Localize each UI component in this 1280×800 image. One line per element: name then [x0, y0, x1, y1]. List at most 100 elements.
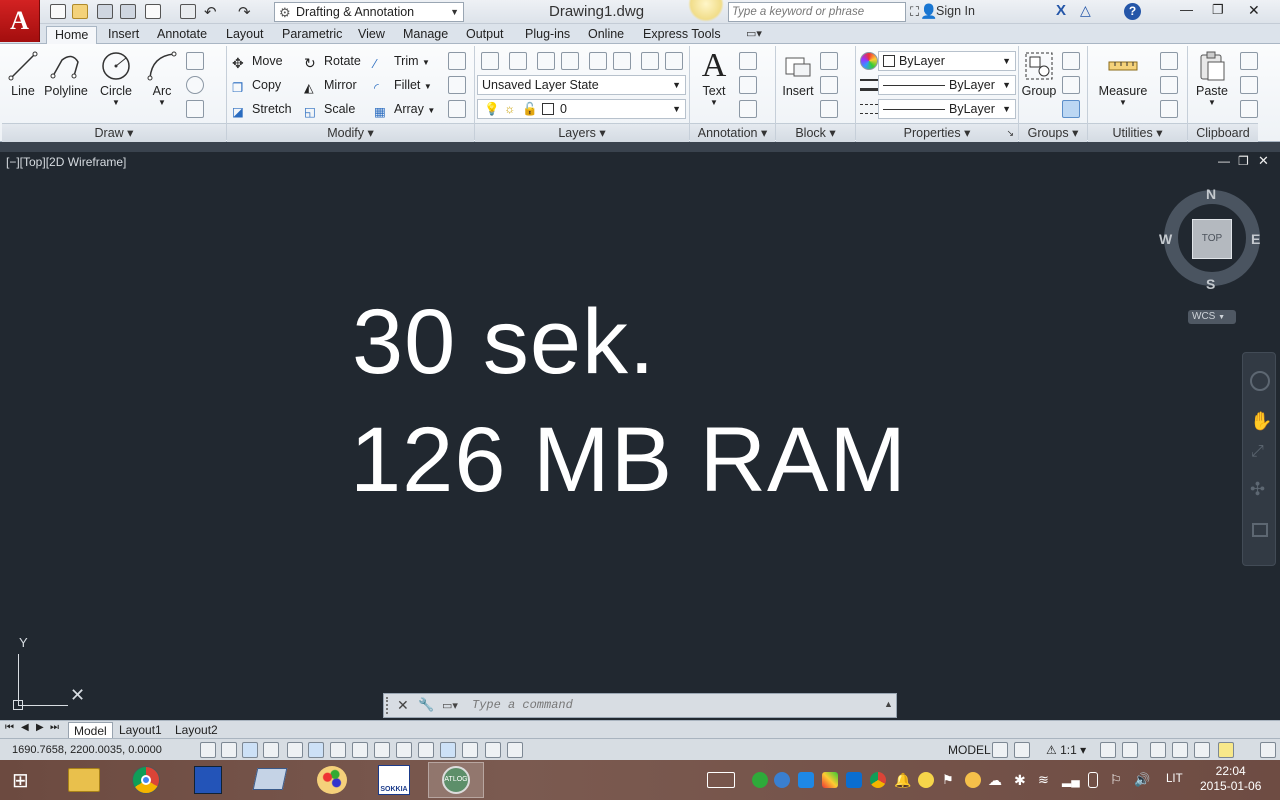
- ungroup-icon[interactable]: [1062, 52, 1080, 70]
- color-app-icon[interactable]: [822, 772, 838, 788]
- layer-off-icon[interactable]: [665, 52, 683, 70]
- wcs-menu[interactable]: WCS ▼: [1188, 310, 1236, 324]
- battery-icon[interactable]: [1088, 772, 1098, 788]
- binoculars-icon[interactable]: ⛶: [910, 4, 919, 20]
- paint-icon[interactable]: [304, 762, 360, 798]
- quick-properties-icon[interactable]: [462, 742, 478, 758]
- zoom-extents-icon[interactable]: ⤢: [1251, 443, 1264, 461]
- layer-properties-icon[interactable]: [481, 52, 499, 70]
- clock[interactable]: 22:04 2015-01-06: [1200, 764, 1261, 794]
- search-input[interactable]: Type a keyword or phrase: [728, 2, 906, 22]
- copy-clip-icon[interactable]: [1240, 76, 1258, 94]
- tab-online[interactable]: Online: [580, 26, 632, 44]
- viewport-restore-icon[interactable]: ❐: [1238, 154, 1249, 168]
- isolate-objects-icon[interactable]: [1218, 742, 1234, 758]
- wifi-icon[interactable]: ≋: [1038, 772, 1054, 788]
- dynamic-input-icon[interactable]: [396, 742, 412, 758]
- viewport-close-icon[interactable]: ✕: [1258, 153, 1269, 169]
- sokkia-icon[interactable]: SOKKIA: [366, 762, 422, 798]
- hardware-acceleration-icon[interactable]: [1194, 742, 1210, 758]
- rectangle-icon[interactable]: [186, 52, 204, 70]
- clipboard-panel-title[interactable]: Clipboard: [1188, 123, 1258, 142]
- polyline-button[interactable]: Polyline: [44, 50, 88, 98]
- chrome-tray-icon[interactable]: [870, 772, 886, 788]
- annotation-scale[interactable]: ⚠ 1:1 ▾: [1046, 743, 1086, 757]
- group-selection-icon[interactable]: [1062, 100, 1080, 118]
- layers-panel-title[interactable]: Layers ▾: [475, 123, 689, 142]
- tab-insert[interactable]: Insert: [100, 26, 147, 44]
- toolbar-lock-icon[interactable]: [1172, 742, 1188, 758]
- edit-block-icon[interactable]: [820, 76, 838, 94]
- print-icon[interactable]: [180, 4, 196, 19]
- layer-match-icon[interactable]: [537, 52, 555, 70]
- tab-express-tools[interactable]: Express Tools: [635, 26, 729, 44]
- layer-previous-icon[interactable]: [561, 52, 579, 70]
- chrome-icon[interactable]: [118, 762, 174, 798]
- viewcube-top-face[interactable]: TOP: [1192, 219, 1232, 259]
- fillet-button[interactable]: ◜ Fillet ▼: [374, 76, 432, 95]
- bluetooth-icon[interactable]: ✱: [1014, 772, 1030, 788]
- steering-wheel-icon[interactable]: [1250, 371, 1270, 391]
- calculator-icon[interactable]: [1160, 100, 1178, 118]
- prev-tab-icon[interactable]: ◀: [21, 722, 29, 733]
- close-icon[interactable]: ✕: [397, 697, 409, 714]
- polar-tracking-icon[interactable]: [287, 742, 303, 758]
- linetype-select[interactable]: ByLayer ▼: [878, 99, 1016, 119]
- annotation-visibility-icon[interactable]: [1100, 742, 1116, 758]
- viewport-minimize-icon[interactable]: —: [1218, 154, 1230, 168]
- quick-view-layouts-icon[interactable]: [992, 742, 1008, 758]
- dropbox-icon[interactable]: [846, 772, 862, 788]
- annotation-panel-title[interactable]: Annotation ▾: [690, 123, 775, 142]
- 3d-object-snap-icon[interactable]: [330, 742, 346, 758]
- sign-in-button[interactable]: Sign In: [936, 4, 975, 18]
- lineweight-select[interactable]: ByLayer ▼: [878, 75, 1016, 95]
- stretch-button[interactable]: ◪ Stretch: [232, 100, 292, 119]
- compass-east[interactable]: E: [1251, 231, 1260, 247]
- grid-display-icon[interactable]: [242, 742, 258, 758]
- minimize-button[interactable]: —: [1180, 2, 1193, 17]
- dimension-icon[interactable]: [739, 52, 757, 70]
- circle-button[interactable]: Circle ▼: [98, 50, 134, 107]
- on-screen-keyboard-icon[interactable]: [242, 762, 298, 798]
- infer-constraints-icon[interactable]: [200, 742, 216, 758]
- action-center-icon[interactable]: ⚐: [1110, 772, 1126, 788]
- application-menu-button[interactable]: A: [0, 0, 40, 42]
- wrench-icon[interactable]: 🔧: [418, 697, 434, 713]
- snap-mode-icon[interactable]: [221, 742, 237, 758]
- command-input[interactable]: Type a command: [467, 695, 871, 716]
- ortho-mode-icon[interactable]: [263, 742, 279, 758]
- help-icon[interactable]: ?: [1124, 3, 1141, 20]
- open-icon[interactable]: [72, 4, 88, 19]
- layer-state-select[interactable]: Unsaved Layer State ▼: [477, 75, 686, 95]
- viewport-controls[interactable]: [−][Top][2D Wireframe]: [6, 155, 126, 169]
- prompt-icon[interactable]: ▭▾: [442, 699, 458, 712]
- keyboard-tray-icon[interactable]: [707, 772, 735, 788]
- tab-layout1[interactable]: Layout1: [114, 722, 167, 738]
- undo-icon[interactable]: ↶: [204, 3, 217, 21]
- selection-cycling-icon[interactable]: [485, 742, 501, 758]
- layer-unisolate-icon[interactable]: [613, 52, 631, 70]
- command-history-icon[interactable]: ▲: [884, 699, 893, 709]
- tab-layout2[interactable]: Layout2: [170, 722, 223, 738]
- lineweight-toggle-icon[interactable]: [418, 742, 434, 758]
- color-select[interactable]: ByLayer ▼: [878, 51, 1016, 71]
- exchange-icon[interactable]: X: [1056, 2, 1066, 19]
- clean-screen-icon[interactable]: [1260, 742, 1276, 758]
- mirror-button[interactable]: ◭ Mirror: [304, 76, 357, 95]
- group-edit-icon[interactable]: [1062, 76, 1080, 94]
- tab-annotate[interactable]: Annotate: [149, 26, 215, 44]
- palette-tray-icon[interactable]: [965, 772, 981, 788]
- new-icon[interactable]: [50, 4, 66, 19]
- orbit-icon[interactable]: ✣: [1250, 479, 1265, 500]
- copy-base-icon[interactable]: [1240, 100, 1258, 118]
- auto-scale-icon[interactable]: [1122, 742, 1138, 758]
- coordinates-display[interactable]: 1690.7658, 2200.0035, 0.0000: [12, 744, 162, 756]
- select-all-icon[interactable]: [1160, 76, 1178, 94]
- groups-panel-title[interactable]: Groups ▾: [1019, 123, 1087, 142]
- object-snap-tracking-icon[interactable]: [352, 742, 368, 758]
- utilities-panel-title[interactable]: Utilities ▾: [1088, 123, 1187, 142]
- first-tab-icon[interactable]: ⏮: [5, 722, 14, 733]
- signal-icon[interactable]: ▂▄: [1062, 772, 1080, 788]
- close-button[interactable]: ✕: [1248, 2, 1260, 19]
- scale-button[interactable]: ◱ Scale: [304, 100, 355, 119]
